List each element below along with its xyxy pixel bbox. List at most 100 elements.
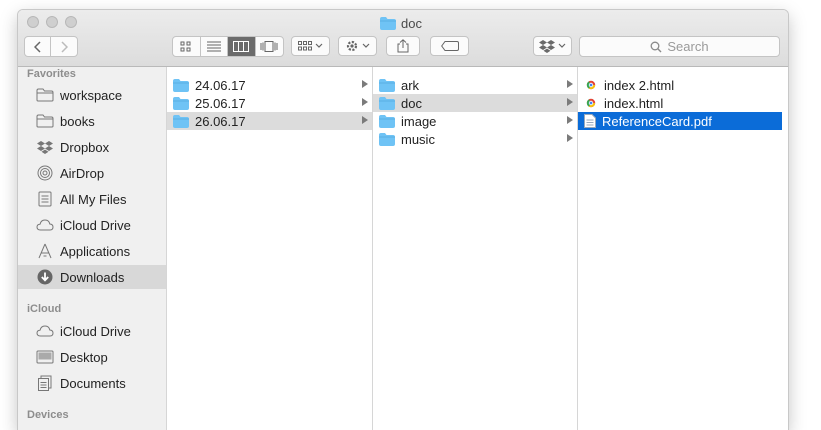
sidebar-header-icloud: iCloud <box>27 303 62 315</box>
disclosure-arrow-icon <box>362 116 368 124</box>
list-item-selected[interactable]: doc <box>373 94 577 112</box>
column-view-button[interactable] <box>228 37 256 56</box>
icon-view-button[interactable] <box>173 37 201 56</box>
list-item[interactable]: index 2.html <box>578 76 782 94</box>
list-item[interactable]: 25.06.17 <box>167 94 372 112</box>
minimize-window-button[interactable] <box>46 16 58 28</box>
sidebar-item-icloud-drive-2[interactable]: iCloud Drive <box>18 319 166 343</box>
sidebar-item-label: Dropbox <box>60 139 110 155</box>
sidebar-item-label: iCloud Drive <box>60 217 131 233</box>
gear-icon <box>346 40 358 52</box>
window-title-text: doc <box>401 15 422 31</box>
tag-icon <box>440 41 459 51</box>
chevron-down-icon <box>558 43 566 48</box>
disclosure-arrow-icon <box>362 80 368 88</box>
item-label: music <box>401 131 435 147</box>
list-view-icon <box>206 41 221 52</box>
folder-icon <box>36 112 54 130</box>
sidebar-item-desktop[interactable]: Desktop <box>18 345 166 369</box>
browser-column-2: ark doc image music <box>373 67 578 430</box>
pdf-file-icon <box>584 114 596 128</box>
applications-icon <box>36 242 54 260</box>
item-label: 26.06.17 <box>195 113 246 129</box>
item-label: image <box>401 113 437 129</box>
downloads-icon <box>36 268 54 286</box>
disclosure-arrow-icon <box>362 98 368 106</box>
search-field[interactable]: Search <box>579 36 780 57</box>
list-item[interactable]: index.html <box>578 94 782 112</box>
chevron-down-icon <box>315 43 323 48</box>
folder-icon <box>379 132 395 146</box>
sidebar-item-label: Applications <box>60 243 131 259</box>
disclosure-arrow-icon <box>567 134 573 142</box>
zoom-window-button[interactable] <box>65 16 77 28</box>
cover-flow-button[interactable] <box>256 37 283 56</box>
sidebar-item-icloud-drive[interactable]: iCloud Drive <box>18 213 166 237</box>
desktop-icon <box>36 348 54 366</box>
browser-column-3: index 2.html index.html ReferenceCard.pd… <box>578 67 788 430</box>
grid-view-icon <box>180 41 191 51</box>
item-label: ReferenceCard.pdf <box>602 113 712 129</box>
item-label: index 2.html <box>604 77 675 93</box>
list-item[interactable]: image <box>373 112 577 130</box>
sidebar-item-airdrop[interactable]: AirDrop <box>18 161 166 185</box>
folder-icon <box>380 16 396 30</box>
window-title: doc <box>380 14 422 32</box>
sidebar-item-dropbox[interactable]: Dropbox <box>18 135 166 159</box>
sidebar-item-books[interactable]: books <box>18 109 166 133</box>
folder-icon <box>379 96 395 110</box>
list-item[interactable]: ark <box>373 76 577 94</box>
list-item-selected[interactable]: ReferenceCard.pdf <box>578 112 782 130</box>
close-window-button[interactable] <box>27 16 39 28</box>
disclosure-arrow-icon <box>567 116 573 124</box>
cloud-icon <box>36 216 54 234</box>
disclosure-arrow-icon <box>567 98 573 106</box>
disclosure-arrow-icon <box>567 80 573 88</box>
action-button[interactable] <box>338 36 377 56</box>
search-icon <box>650 41 662 52</box>
titlebar: doc Search <box>18 10 788 67</box>
html-file-icon <box>586 98 596 108</box>
list-item[interactable]: music <box>373 130 577 148</box>
item-label: 25.06.17 <box>195 95 246 111</box>
item-label: index.html <box>604 95 664 111</box>
folder-icon <box>379 78 395 92</box>
sidebar-item-downloads[interactable]: Downloads <box>18 265 166 289</box>
item-label: ark <box>401 77 420 93</box>
tags-button[interactable] <box>430 36 469 56</box>
sidebar: Favorites workspace books Dropbox AirDro… <box>18 67 167 430</box>
back-button[interactable] <box>25 37 52 56</box>
html-file-icon <box>586 80 596 90</box>
item-label: doc <box>401 95 422 111</box>
nav-buttons <box>24 36 78 57</box>
share-icon <box>397 39 409 53</box>
sidebar-item-workspace[interactable]: workspace <box>18 83 166 107</box>
list-item[interactable]: 24.06.17 <box>167 76 372 94</box>
sidebar-item-applications[interactable]: Applications <box>18 239 166 263</box>
cover-flow-icon <box>260 41 278 52</box>
cloud-icon <box>36 322 54 340</box>
search-placeholder: Search <box>667 39 709 54</box>
chevron-down-icon <box>362 43 370 48</box>
sidebar-header-favorites: Favorites <box>27 68 76 80</box>
arrange-button[interactable] <box>291 36 330 56</box>
documents-icon <box>36 374 54 392</box>
dropbox-icon <box>36 138 54 156</box>
sidebar-item-all-my-files[interactable]: All My Files <box>18 187 166 211</box>
sidebar-item-documents[interactable]: Documents <box>18 371 166 395</box>
finder-window: doc Search Favorites workspace books Dro… <box>18 10 788 430</box>
folder-icon <box>379 114 395 128</box>
folder-icon <box>36 86 54 104</box>
sidebar-item-label: iCloud Drive <box>60 323 131 339</box>
list-view-button[interactable] <box>201 37 228 56</box>
view-mode-segmented <box>172 36 284 57</box>
dropbox-button[interactable] <box>533 36 572 56</box>
sidebar-header-devices: Devices <box>27 409 69 421</box>
forward-button[interactable] <box>51 37 77 56</box>
sidebar-item-label: Desktop <box>60 349 108 365</box>
share-button[interactable] <box>386 36 420 56</box>
column-view-icon <box>233 41 250 52</box>
folder-icon <box>173 78 189 92</box>
sidebar-item-label: Documents <box>60 375 126 391</box>
list-item-selected[interactable]: 26.06.17 <box>167 112 372 130</box>
